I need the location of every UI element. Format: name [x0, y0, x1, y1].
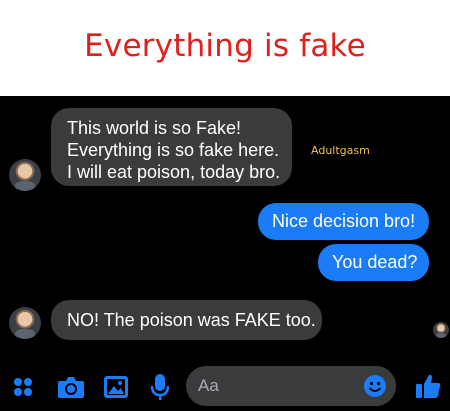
message-text: NO! The poison was FAKE too. [67, 310, 316, 330]
message-placeholder: Aa [198, 376, 219, 395]
message-input[interactable]: Aa [186, 366, 396, 406]
contact-avatar [9, 159, 41, 191]
more-icon[interactable] [10, 374, 36, 400]
incoming-message: This world is so Fake! Everything is so … [51, 108, 292, 186]
watermark-text: Adultgasm [311, 144, 370, 157]
read-receipt-avatar [433, 322, 449, 338]
message-text: You dead? [332, 252, 418, 272]
camera-icon[interactable] [56, 373, 86, 401]
title-banner: Everything is fake [0, 0, 450, 96]
emoji-icon[interactable] [362, 373, 388, 399]
message-text: Nice decision bro! [272, 211, 416, 231]
page-title: Everything is fake [84, 28, 366, 64]
chat-area: This world is so Fake! Everything is so … [0, 96, 450, 411]
microphone-icon[interactable] [148, 372, 172, 402]
gallery-icon[interactable] [102, 373, 130, 401]
message-composer: Aa [0, 362, 450, 411]
incoming-message: NO! The poison was FAKE too. [51, 300, 322, 340]
contact-avatar [9, 307, 41, 339]
like-icon[interactable] [412, 370, 444, 402]
message-line: Everything is so fake here. [67, 140, 280, 160]
outgoing-message: You dead? [318, 244, 429, 281]
outgoing-message: Nice decision bro! [258, 203, 429, 240]
message-line: This world is so Fake! [67, 118, 242, 138]
message-line: I will eat poison, today bro. [67, 162, 281, 182]
